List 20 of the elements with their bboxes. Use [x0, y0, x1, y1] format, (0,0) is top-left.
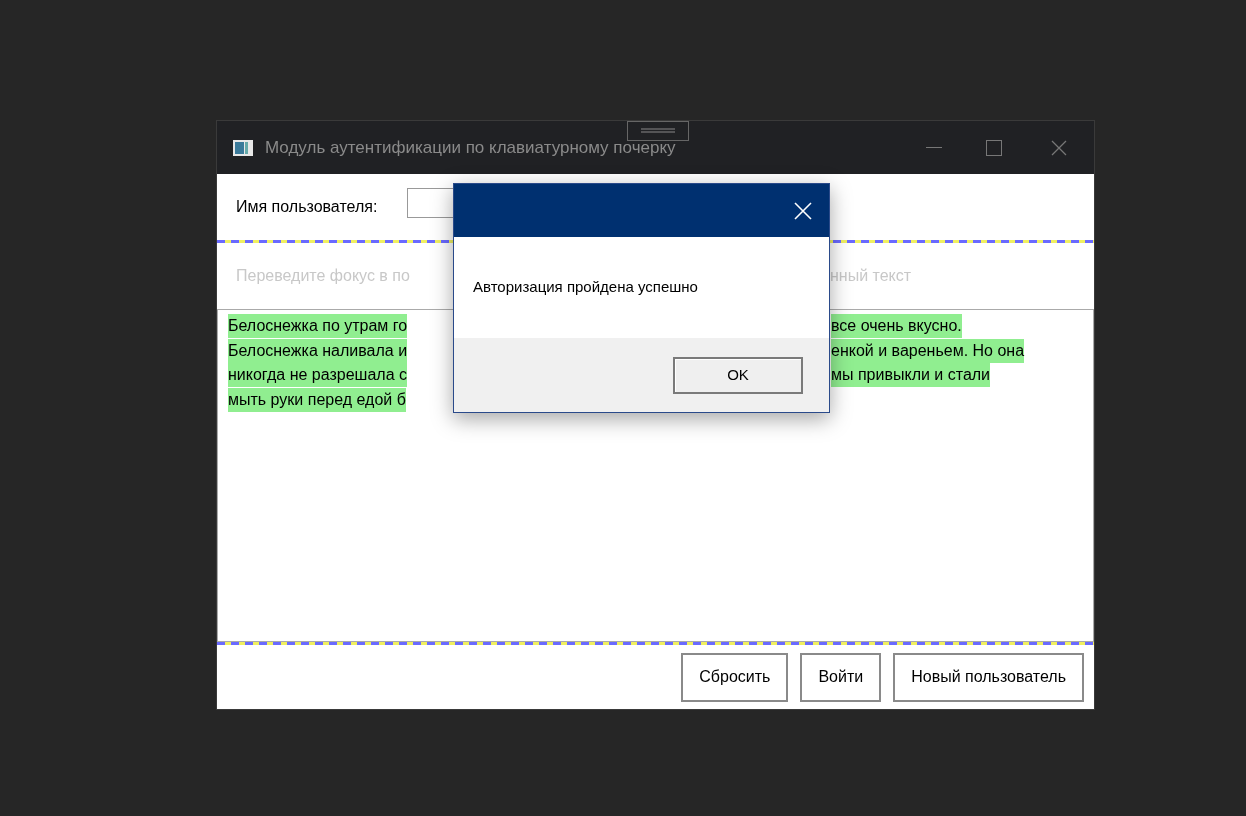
highlighted-text: Белоснежка по утрам го [228, 314, 408, 339]
field-label: Имя пользователя: [236, 197, 378, 217]
action-button[interactable]: Новый пользователь [893, 652, 1084, 702]
drag-handle-icon[interactable] [627, 121, 689, 141]
highlighted-text: мыть руки перед едой б [228, 387, 406, 412]
maximize-icon [986, 139, 1002, 156]
close-icon [1051, 139, 1067, 156]
minimize-icon [926, 147, 942, 148]
window-title: Модуль аутентификации по клавиатурному почерку [265, 136, 676, 159]
highlighted-text: все очень вкусно. [831, 314, 962, 339]
app-icon [233, 139, 253, 156]
dialog-message: Авторизация пройдена успешно [473, 277, 698, 298]
action-button[interactable]: Сбросить [681, 652, 789, 702]
ok-button[interactable]: OK [673, 356, 803, 394]
highlighted-text: Белоснежка наливала и [228, 338, 408, 363]
highlighted-text: мы привыкли и стали [831, 363, 991, 388]
highlighted-text: никогда не разрешала с [228, 363, 407, 388]
close-icon [794, 201, 812, 220]
highlighted-text: енкой и вареньем. Но она [831, 338, 1025, 363]
action-button[interactable]: Войти [800, 652, 882, 702]
